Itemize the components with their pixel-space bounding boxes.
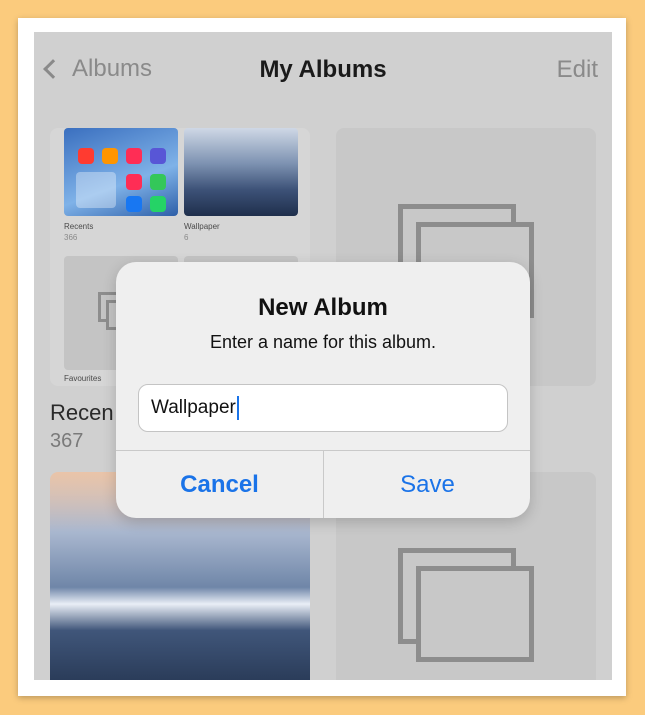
album-name: Recen: [50, 400, 114, 425]
preview-label: Favourites: [64, 374, 102, 383]
app-icon: [150, 174, 166, 190]
dialog-title: New Album: [258, 294, 388, 321]
preview-count: 6: [184, 233, 189, 242]
preview-recents-thumbnail: [64, 128, 178, 216]
edit-button[interactable]: Edit: [557, 56, 598, 84]
navigation-bar: Albums My Albums Edit: [34, 32, 612, 108]
app-icon: [150, 148, 166, 164]
preview-wallpaper-thumbnail: [184, 128, 298, 216]
album-name-value: Wallpaper: [151, 397, 236, 418]
app-icon: [150, 196, 166, 212]
preview-label: Recents: [64, 222, 94, 231]
dialog-message: Enter a name for this album.: [209, 332, 437, 352]
album-name-input[interactable]: Wallpaper: [138, 384, 508, 432]
app-icon: [102, 148, 118, 164]
save-button[interactable]: Save: [324, 451, 531, 518]
app-icon: [126, 148, 142, 164]
text-cursor: [236, 396, 239, 420]
empty-album-icon: [416, 566, 534, 662]
page-title: My Albums: [259, 56, 387, 83]
cancel-button[interactable]: Cancel: [116, 451, 323, 518]
preview-count: 366: [64, 233, 78, 242]
widget-icon: [76, 172, 116, 208]
new-album-dialog: New Album Enter a name for this album. W…: [116, 262, 530, 518]
app-icon: [126, 174, 142, 190]
app-icon: [78, 148, 94, 164]
app-icon: [126, 196, 142, 212]
preview-label: Wallpaper: [184, 222, 220, 231]
album-count: 367: [50, 430, 84, 452]
